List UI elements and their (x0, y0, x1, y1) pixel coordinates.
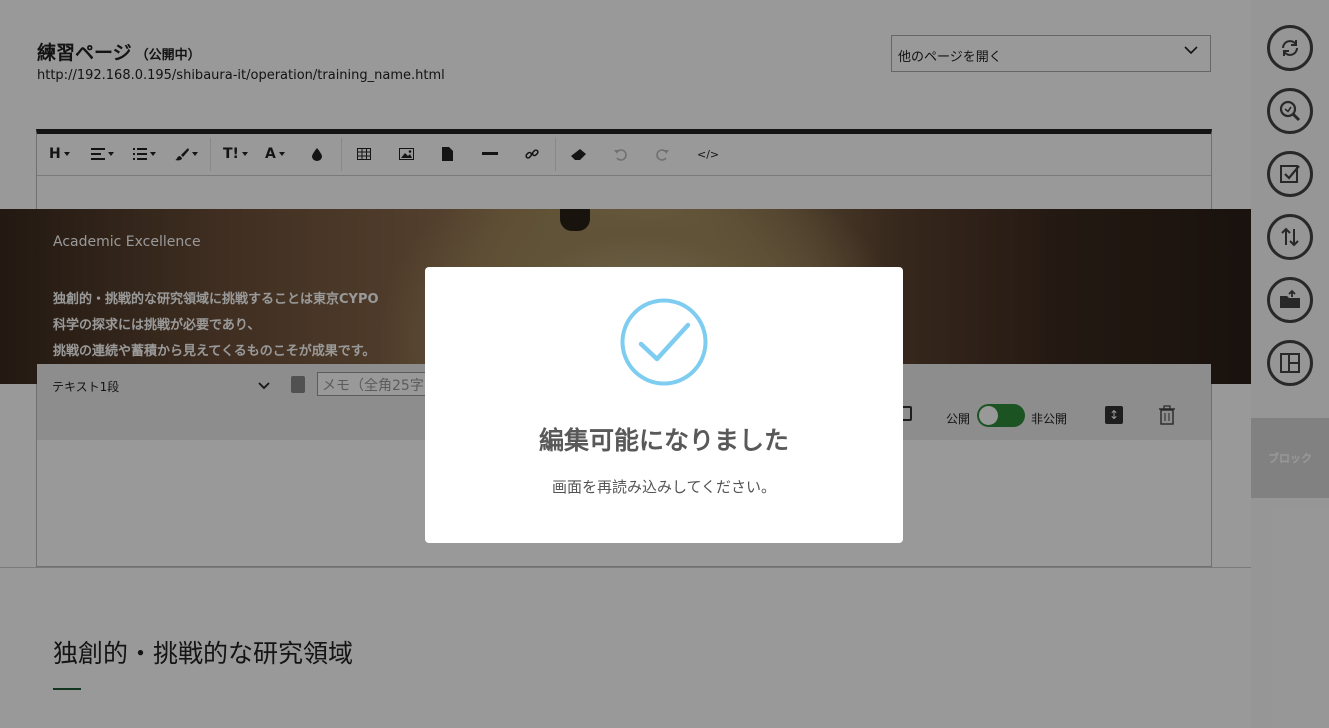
dialog-message: 画面を再読み込みしてください。 (551, 478, 777, 496)
success-dialog: 編集可能になりました 画面を再読み込みしてください。 (425, 267, 903, 543)
dialog-title: 編集可能になりました (538, 426, 789, 455)
check-circle-icon (620, 298, 708, 386)
